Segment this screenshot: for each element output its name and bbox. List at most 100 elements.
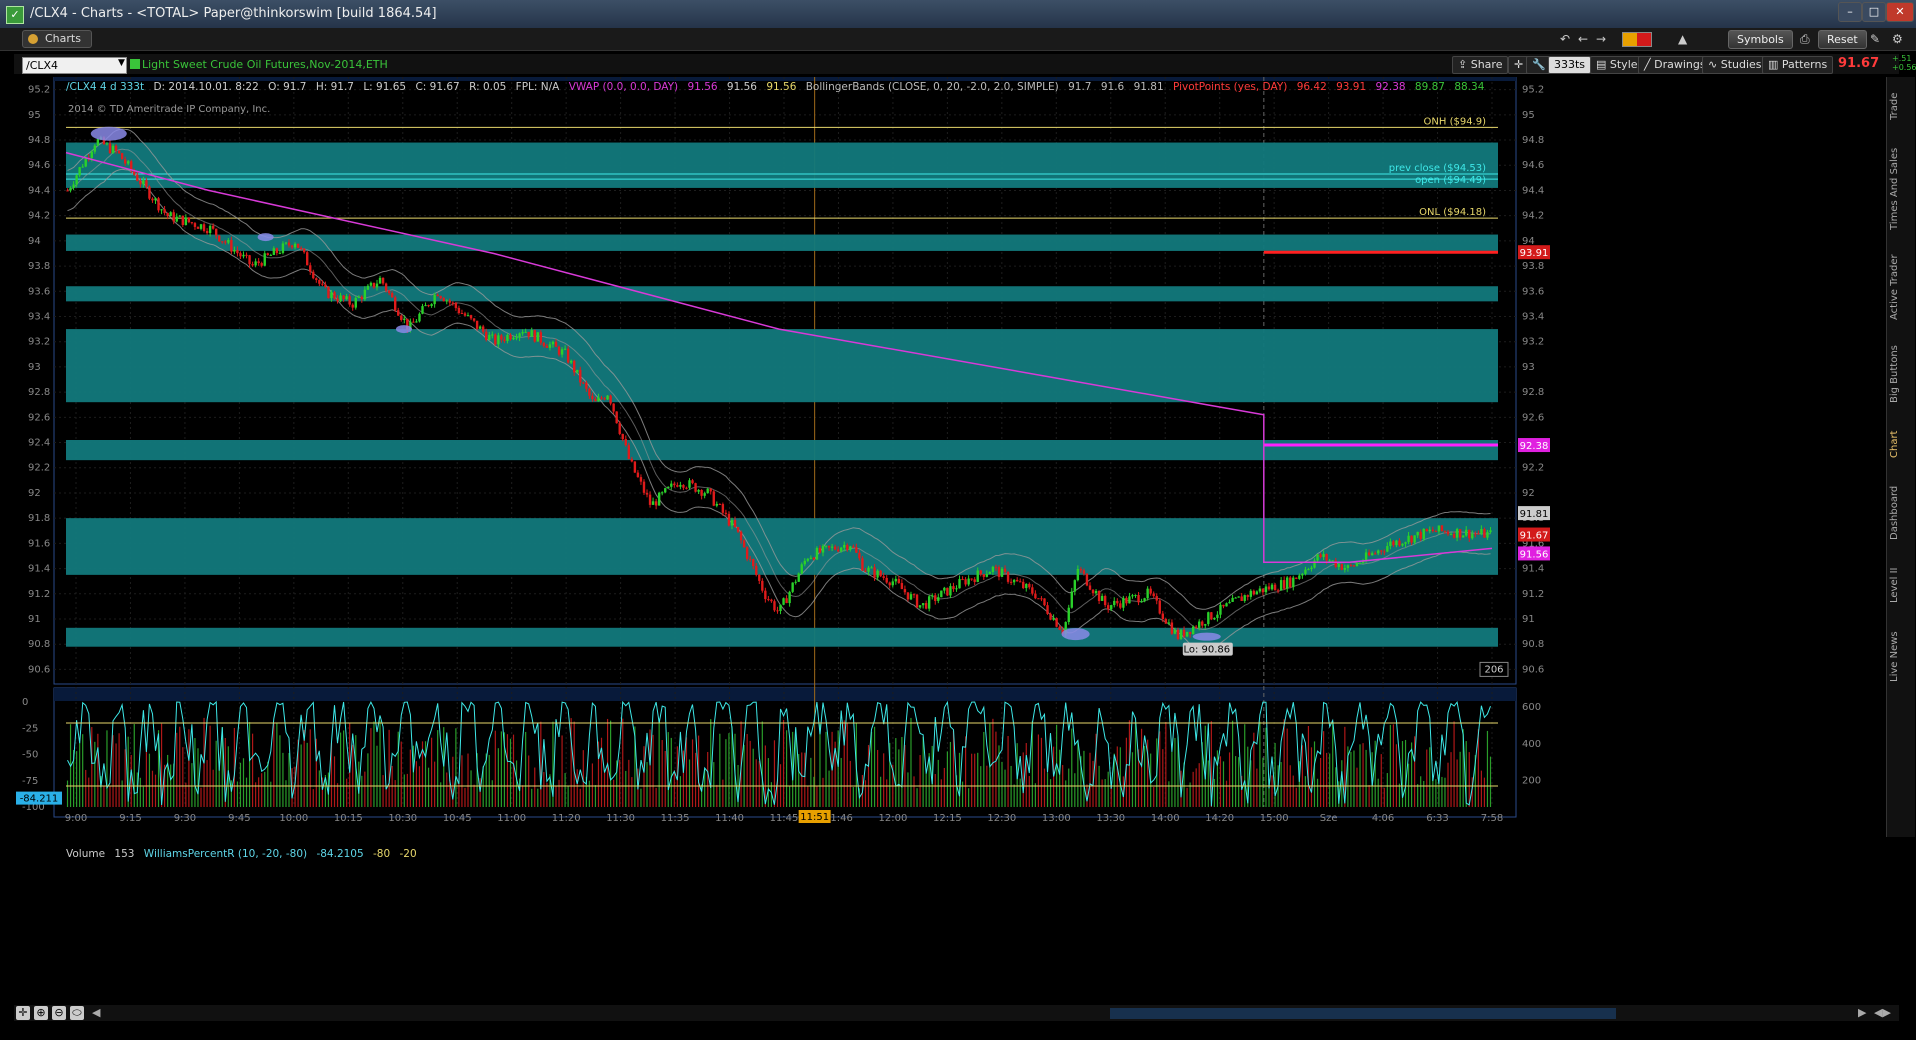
candle-body — [1188, 631, 1192, 635]
candle-body — [1207, 612, 1210, 625]
aggregation-button[interactable]: 333ts — [1548, 56, 1592, 74]
candle-body — [1322, 554, 1325, 558]
candle-body — [573, 360, 576, 373]
candle-body — [1458, 529, 1462, 538]
patterns-icon: ▥ — [1768, 58, 1782, 71]
candle-body — [879, 570, 882, 577]
sr-band — [66, 142, 1498, 188]
maximize-button[interactable]: □ — [1862, 2, 1886, 22]
symbols-button[interactable]: Symbols — [1728, 30, 1793, 49]
swing-marker — [1192, 632, 1221, 641]
candle-body — [221, 241, 224, 243]
candle-body — [776, 610, 779, 612]
back-icon[interactable]: ← — [1578, 31, 1588, 47]
link-color-icon[interactable] — [1622, 32, 1652, 47]
price-axis-label-left: 95.2 — [28, 85, 50, 96]
minimize-button[interactable]: – — [1838, 2, 1862, 22]
candle-body — [281, 243, 285, 253]
volume-value: 153 — [114, 848, 135, 860]
scroll-right-icon[interactable]: ▶ — [1858, 1006, 1866, 1019]
onl-label: ONL ($94.18) — [1419, 207, 1486, 218]
candle-body — [1204, 624, 1207, 626]
candle-body — [1003, 568, 1007, 572]
candle-body — [606, 395, 609, 400]
zoom-fit-icon[interactable]: ✛ — [16, 1006, 30, 1020]
candle-body — [897, 578, 901, 584]
side-tab-big-buttons[interactable]: Big Buttons — [1889, 335, 1913, 413]
candle-body — [324, 284, 327, 287]
candle-body — [654, 501, 658, 506]
candle-body — [1237, 596, 1240, 598]
candle-body — [1440, 525, 1444, 531]
drawings-button[interactable]: ╱ Drawings — [1638, 56, 1712, 74]
side-tab-chart[interactable]: Chart — [1889, 419, 1913, 469]
tab-charts[interactable]: Charts — [22, 30, 92, 48]
zoom-in-icon[interactable]: ⊕ — [34, 1006, 48, 1020]
candle-body — [142, 180, 145, 185]
info-low: L: 91.65 — [363, 81, 407, 93]
vwap-badge: 91.56 — [1520, 549, 1549, 560]
undo-icon[interactable]: ↶ — [1560, 31, 1570, 47]
side-tab-active-trader[interactable]: Active Trader — [1889, 245, 1913, 329]
time-axis-label: 10:30 — [388, 813, 417, 824]
candle-body — [958, 579, 961, 589]
side-tab-trade[interactable]: Trade — [1889, 81, 1913, 131]
zoom-out-icon[interactable]: ⊖ — [52, 1006, 66, 1020]
share-button[interactable]: ⇪ Share — [1452, 56, 1509, 74]
price-axis-label-left: 92.8 — [28, 387, 50, 398]
volume-label[interactable]: Volume — [66, 848, 105, 860]
candle-body — [979, 570, 982, 575]
price-chart[interactable]: 95.2 95.2 95 95 94.8 94.8 94.6 94.6 94.4 94.4 94.2… — [14, 77, 1884, 837]
candle-body — [515, 337, 518, 339]
candle-body — [242, 254, 245, 257]
swing-marker — [395, 325, 412, 334]
side-tab-dashboard[interactable]: Dashboard — [1889, 475, 1913, 551]
settings-icon[interactable]: ⚙ — [1892, 31, 1903, 47]
candle-body — [1264, 586, 1268, 593]
side-tab-level-ii[interactable]: Level II — [1889, 557, 1913, 613]
candle-body — [924, 603, 928, 609]
forward-icon[interactable]: → — [1596, 31, 1606, 47]
expand-icon[interactable]: ◀▶ — [1874, 1006, 1891, 1019]
drawing-mode-icon[interactable]: ⬭ — [70, 1006, 84, 1020]
candle-body — [712, 491, 715, 506]
wpr-p1: -80 — [373, 848, 391, 860]
candle-body — [1273, 584, 1277, 591]
candle-body — [1258, 588, 1262, 592]
candle-body — [1386, 546, 1389, 552]
candle-body — [1167, 622, 1171, 624]
symbol-dropdown-icon[interactable]: ▼ — [118, 58, 125, 68]
info-bb-label[interactable]: BollingerBands (CLOSE, 0, 20, -2.0, 2.0,… — [806, 81, 1059, 93]
studies-button[interactable]: ∿ Studies — [1702, 56, 1768, 74]
price-axis-label-right: 94.4 — [1522, 185, 1544, 196]
candle-body — [418, 313, 421, 322]
side-tab-times-and-sales[interactable]: Times And Sales — [1889, 139, 1913, 239]
candle-body — [157, 198, 160, 211]
charts-tab-label: Charts — [45, 32, 81, 45]
candle-body — [761, 580, 764, 591]
close-button[interactable]: ✕ — [1886, 2, 1914, 22]
candle-body — [1380, 550, 1383, 552]
alert-icon[interactable]: ▲ — [1678, 31, 1687, 47]
reset-button[interactable]: Reset — [1818, 30, 1867, 49]
candle-body — [491, 334, 494, 336]
print-icon[interactable]: ⎙ — [1800, 31, 1810, 47]
wpr-label[interactable]: WilliamsPercentR (10, -20, -80) — [144, 848, 307, 860]
time-axis-label: 9:00 — [65, 813, 87, 824]
candle-body — [290, 245, 294, 248]
candle-body — [123, 159, 127, 164]
patterns-button[interactable]: ▥ Patterns — [1762, 56, 1834, 74]
sr-band — [66, 627, 1498, 647]
candle-body — [967, 578, 970, 585]
scroll-left-icon[interactable]: ◀ — [92, 1006, 100, 1019]
side-tab-live-news[interactable]: Live News — [1889, 619, 1913, 695]
candle-body — [703, 493, 706, 496]
tools-icon[interactable]: ✎ — [1870, 31, 1880, 47]
time-scrollbar[interactable] — [1110, 1008, 1616, 1019]
candle-body — [269, 254, 272, 256]
candle-body — [475, 320, 479, 329]
info-pp-label[interactable]: PivotPoints (yes, DAY) — [1173, 81, 1287, 93]
style-button[interactable]: ▤ Style — [1590, 56, 1644, 74]
symbol-input[interactable]: /CLX4 — [22, 57, 127, 74]
info-vwap-label[interactable]: VWAP (0.0, 0.0, DAY) — [569, 81, 678, 93]
